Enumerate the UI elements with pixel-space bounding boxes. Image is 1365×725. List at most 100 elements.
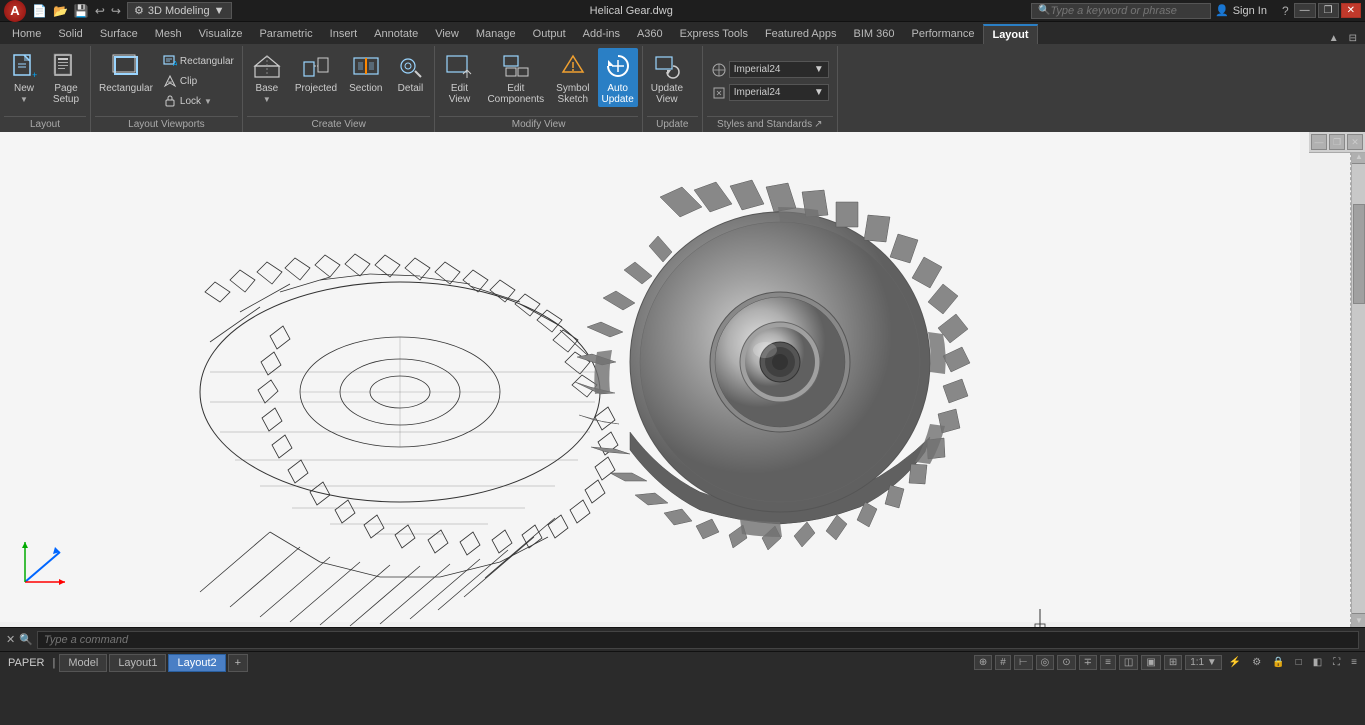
projected-button[interactable]: Projected — [291, 48, 341, 96]
tab-express-tools[interactable]: Express Tools — [672, 24, 756, 44]
tab-solid[interactable]: Solid — [50, 24, 90, 44]
lock-ui-button[interactable]: 🔒 — [1268, 656, 1288, 669]
tab-surface[interactable]: Surface — [92, 24, 146, 44]
scroll-thumb[interactable] — [1353, 204, 1365, 304]
statusbar: PAPER | Model Layout1 Layout2 + ⊕ # ⊢ ◎ … — [0, 651, 1365, 673]
minimize-btn[interactable]: — — [1294, 3, 1316, 18]
panel-update: UpdateView Update — [643, 46, 703, 132]
cmd-search-button[interactable]: 🔍 — [19, 633, 33, 646]
tab-featured-apps[interactable]: Featured Apps — [757, 24, 845, 44]
detail-label: Detail — [398, 83, 424, 94]
workspace-gear-icon: ⚙ — [134, 4, 144, 17]
close-btn[interactable]: ✕ — [1341, 3, 1361, 18]
ortho-button[interactable]: ⊢ — [1014, 655, 1033, 670]
named-button[interactable]: A Rectangular — [159, 52, 238, 70]
customize-button[interactable]: ≡ — [1347, 656, 1361, 669]
scroll-arrow-down[interactable]: ▼ — [1352, 613, 1365, 627]
layout-tab-layout1[interactable]: Layout1 — [109, 654, 166, 672]
isolate-button[interactable]: ◧ — [1309, 656, 1326, 669]
dropdown-imperial24-2[interactable]: Imperial24 ▼ — [729, 84, 829, 101]
panel-layout-viewports: Rectangular A Rectangular Clip Lock ▼ La… — [91, 46, 243, 132]
search-input[interactable] — [1050, 5, 1190, 17]
clip-button[interactable]: Clip — [159, 72, 238, 90]
tab-visualize[interactable]: Visualize — [191, 24, 251, 44]
hardware-button[interactable]: □ — [1292, 656, 1306, 669]
lock-button[interactable]: Lock ▼ — [159, 92, 238, 110]
edit-components-button[interactable]: EditComponents — [483, 48, 548, 107]
panel-layout-label: Layout — [4, 116, 86, 132]
search-magnifier-icon: 🔍 — [1038, 5, 1050, 16]
lineweight-button[interactable]: ≡ — [1100, 655, 1116, 670]
otrack-button[interactable]: ∓ — [1079, 655, 1097, 670]
update-view-button[interactable]: UpdateView — [647, 48, 687, 107]
open-file-icon[interactable]: 📂 — [51, 4, 70, 18]
tab-insert[interactable]: Insert — [322, 24, 366, 44]
scrollbar-right[interactable]: ▲ ▼ — [1351, 150, 1365, 627]
ribbon-collapse-icon[interactable]: ▲ — [1325, 33, 1343, 44]
tab-bim360[interactable]: BIM 360 — [846, 24, 903, 44]
detail-button[interactable]: Detail — [390, 48, 430, 96]
win-restore-icon[interactable]: ❐ — [1329, 134, 1345, 150]
ribbon-tabs: Home Solid Surface Mesh Visualize Parame… — [0, 22, 1365, 44]
floating-window-controls: — ❐ ✕ — [1309, 132, 1365, 153]
new-file-icon[interactable]: 📄 — [30, 4, 49, 18]
tab-mesh[interactable]: Mesh — [147, 24, 190, 44]
clip-label: Clip — [180, 76, 197, 87]
annotation-visibility[interactable]: ⚡ — [1225, 656, 1245, 669]
grid-button[interactable]: # — [995, 655, 1011, 670]
redo-icon[interactable]: ↪ — [109, 4, 123, 18]
svg-text:A: A — [173, 61, 177, 68]
tab-manage[interactable]: Manage — [468, 24, 524, 44]
signin-area[interactable]: 👤 Sign In — [1215, 4, 1267, 17]
win-close-icon[interactable]: ✕ — [1347, 134, 1363, 150]
cmd-close-button[interactable]: ✕ — [6, 633, 15, 646]
dropdown-imperial24-1[interactable]: Imperial24 ▼ — [729, 61, 829, 78]
tab-performance[interactable]: Performance — [903, 24, 982, 44]
tab-parametric[interactable]: Parametric — [251, 24, 320, 44]
layout-tab-model[interactable]: Model — [59, 654, 107, 672]
win-minimize-icon[interactable]: — — [1311, 134, 1327, 150]
titlebar: A 📄 📂 💾 ↩ ↪ ⚙ 3D Modeling ▼ Helical Gear… — [0, 0, 1365, 22]
page-setup-label: PageSetup — [53, 83, 79, 105]
undo-icon[interactable]: ↩ — [93, 4, 107, 18]
tab-addins[interactable]: Add-ins — [575, 24, 628, 44]
snap-button[interactable]: ⊕ — [974, 655, 992, 670]
tab-home[interactable]: Home — [4, 24, 49, 44]
page-setup-button[interactable]: PageSetup — [46, 48, 86, 107]
app-button[interactable]: A — [4, 0, 26, 22]
command-input[interactable] — [37, 631, 1359, 649]
tab-view[interactable]: View — [427, 24, 467, 44]
tab-a360[interactable]: A360 — [629, 24, 671, 44]
tab-layout[interactable]: Layout — [983, 24, 1037, 44]
save-icon[interactable]: 💾 — [72, 4, 91, 18]
workspace-button-status[interactable]: ⚙ — [1248, 656, 1265, 669]
layout-tab-layout2[interactable]: Layout2 — [168, 654, 225, 672]
titlebar-center: Helical Gear.dwg — [236, 5, 1027, 17]
panel-create-view: Base ▼ Projected Section Detail — [243, 46, 436, 132]
transparency-button[interactable]: ◫ — [1119, 655, 1138, 670]
info-icon[interactable]: ? — [1279, 4, 1292, 18]
osnap-button[interactable]: ⊙ — [1057, 655, 1075, 670]
annotation-scale[interactable]: 1:1 ▼ — [1185, 655, 1222, 670]
edit-view-button[interactable]: EditView — [439, 48, 479, 107]
symbol-sketch-button[interactable]: SymbolSketch — [552, 48, 593, 107]
tab-annotate[interactable]: Annotate — [366, 24, 426, 44]
update-view-label: UpdateView — [651, 83, 683, 105]
selection-button[interactable]: ▣ — [1141, 655, 1160, 670]
status-right-area: ⊕ # ⊢ ◎ ⊙ ∓ ≡ ◫ ▣ ⊞ 1:1 ▼ ⚡ ⚙ 🔒 □ ◧ ⛶ ≡ — [974, 655, 1361, 670]
auto-update-button[interactable]: AutoUpdate — [598, 48, 638, 107]
ribbon-options-icon[interactable]: ⊟ — [1345, 33, 1361, 44]
styles-expand-icon[interactable]: ↗ — [814, 119, 822, 130]
add-layout-button[interactable]: + — [228, 654, 248, 672]
workspace-selector[interactable]: ⚙ 3D Modeling ▼ — [127, 2, 232, 19]
base-button[interactable]: Base ▼ — [247, 48, 287, 106]
new-button[interactable]: + New ▼ — [4, 48, 44, 106]
tab-output[interactable]: Output — [525, 24, 574, 44]
section-button[interactable]: Section — [345, 48, 386, 96]
model-cycle-button[interactable]: ⊞ — [1164, 655, 1182, 670]
fullscreen-button[interactable]: ⛶ — [1329, 656, 1344, 669]
search-bar: 🔍 — [1031, 3, 1211, 19]
polar-button[interactable]: ◎ — [1036, 655, 1055, 670]
restore-btn[interactable]: ❐ — [1318, 3, 1339, 18]
rectangular-button[interactable]: Rectangular — [95, 48, 157, 96]
